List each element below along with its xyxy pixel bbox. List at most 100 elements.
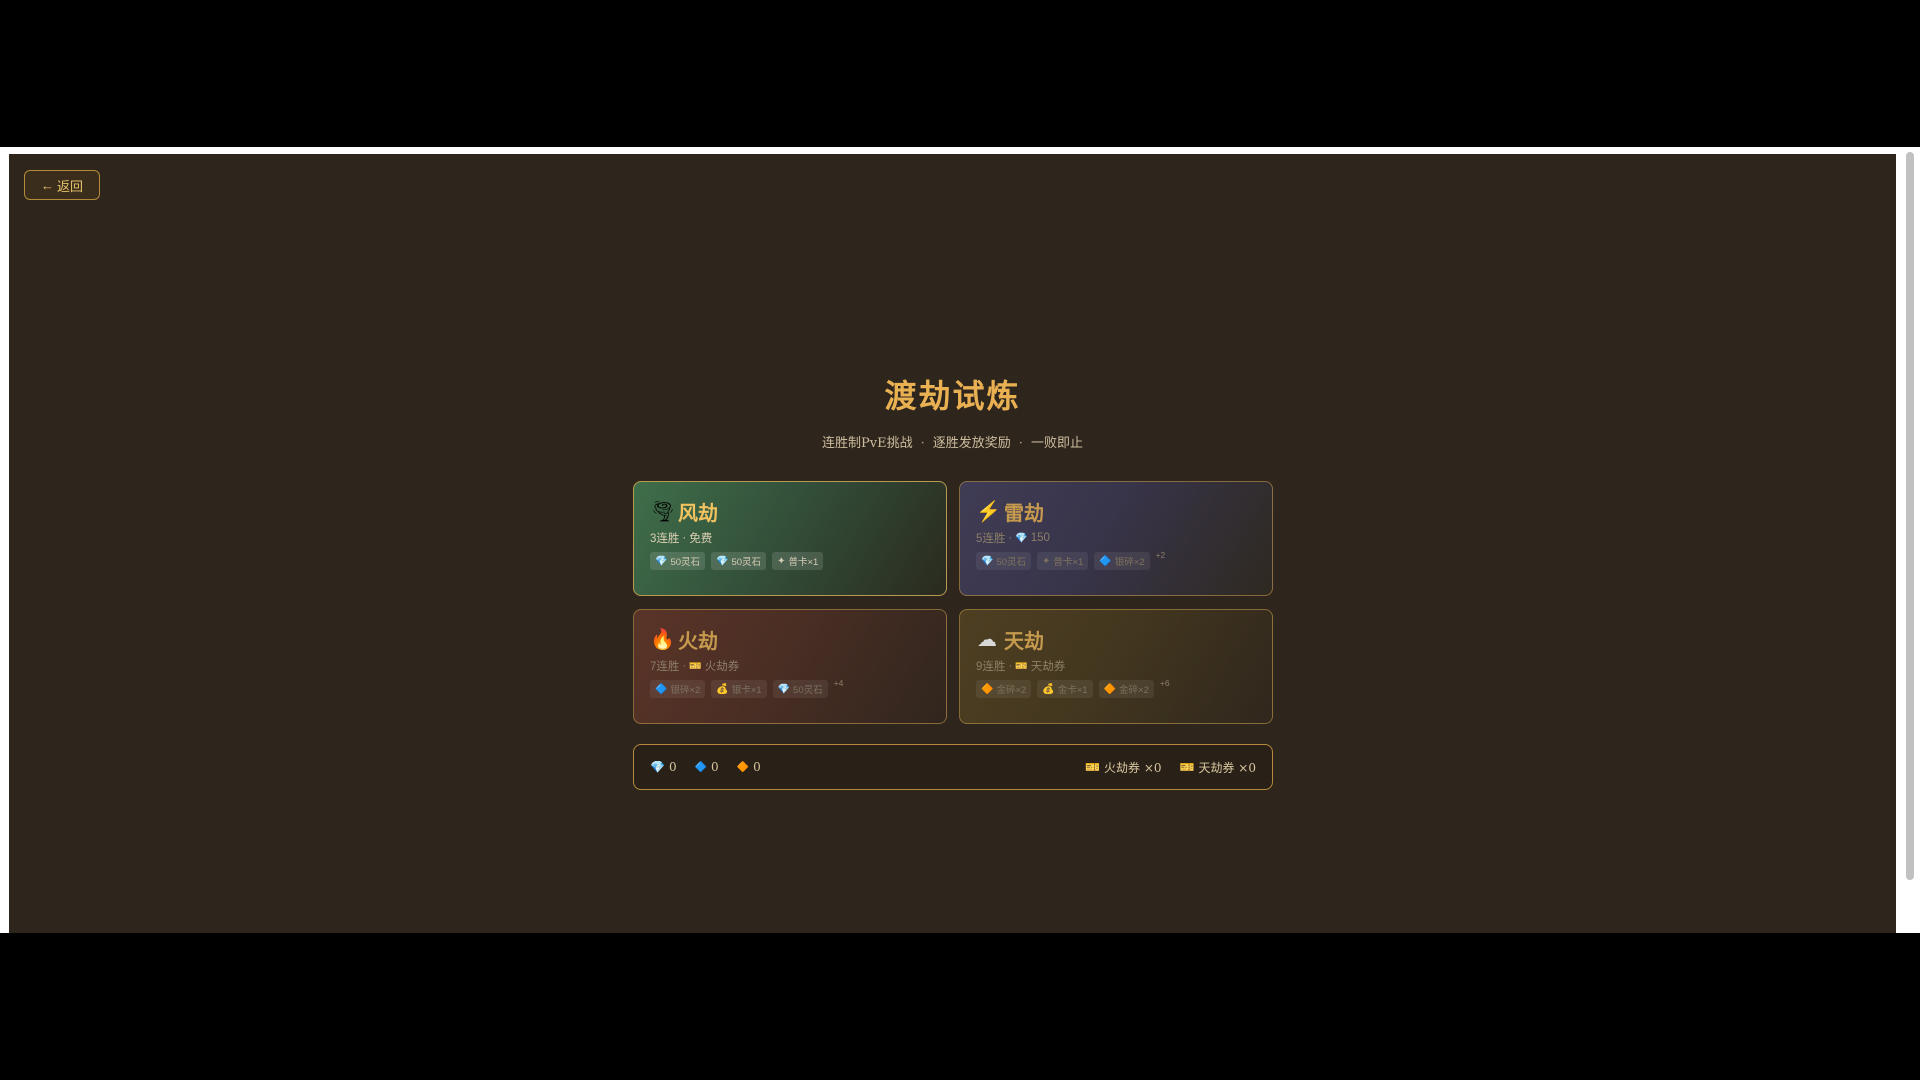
reward-label: 普卡×1 (788, 557, 819, 568)
reward-label: 50灵石 (793, 685, 823, 696)
silver-shard-icon: 🔷 (1099, 555, 1112, 567)
ticket-icon: 🎫 (689, 660, 702, 672)
scrollbar-thumb[interactable] (1906, 152, 1914, 880)
gold-shard-icon: 🔶 (981, 683, 994, 695)
gold-shard-icon: 🔶 (736, 761, 750, 773)
trial-card-thunder[interactable]: ⚡ 雷劫 5连胜 · 💎 150 💎 50灵石 ✦ 普卡×1 🔷 银碎×2 +2 (959, 481, 1273, 596)
reward-chip: 💎 50灵石 (650, 552, 706, 570)
reward-chip: ✦ 普卡×1 (1037, 552, 1089, 570)
subtitle-separator: · (1018, 436, 1023, 451)
subtitle-rule-3: 一败即止 (1030, 436, 1083, 451)
reward-chip: 🔶 金碎×2 (976, 680, 1032, 698)
fire-icon: 🔥 (650, 627, 675, 651)
reward-label: 银碎×2 (1114, 557, 1145, 568)
win-streak: 5连胜 (976, 533, 1006, 545)
reward-label: 银卡×1 (731, 685, 762, 696)
reward-chip: 🔶 金碎×2 (1098, 680, 1154, 698)
fire-ticket-label: 火劫券 ×0 (1104, 760, 1162, 775)
page-title: 渡劫试炼 (884, 377, 1021, 415)
meta-separator: · (682, 660, 687, 672)
more-rewards-count: +6 (1159, 678, 1170, 688)
back-arrow-icon: ← (40, 177, 54, 193)
money-bag-icon: 💰 (1042, 683, 1055, 695)
card-icon: ✦ (777, 555, 786, 567)
trial-card-wind[interactable]: 🌪 风劫 3连胜 · 免费 💎 50灵石 💎 50灵石 ✦ 普卡×1 (633, 481, 947, 596)
card-name: 火劫 (678, 630, 718, 653)
fire-ticket-count: 🎫 火劫券 ×0 (1085, 759, 1161, 776)
gold-shard-value: 0 (753, 760, 761, 774)
back-button-label: 返回 (56, 178, 83, 194)
gem-icon: 💎 (1015, 532, 1028, 544)
card-name: 雷劫 (1004, 502, 1044, 525)
gold-shard-count: 🔶 0 (737, 760, 761, 774)
reward-chip: ✦ 普卡×1 (772, 552, 824, 570)
reward-list: 💎 50灵石 ✦ 普卡×1 🔷 银碎×2 +2 (976, 550, 1256, 570)
currency-group: 💎 0 🔷 0 🔶 0 (650, 760, 761, 774)
win-streak: 9连胜 (976, 661, 1006, 673)
more-rewards-count: +2 (1155, 550, 1166, 560)
reward-list: 🔶 金碎×2 💰 金卡×1 🔶 金碎×2 +6 (976, 678, 1256, 698)
gem-icon: 💎 (716, 555, 729, 567)
page-subtitle: 连胜制PvE挑战 · 逐胜发放奖励 · 一败即止 (9, 432, 1896, 451)
tornado-icon: 🌪 (650, 499, 676, 523)
reward-chip: 💰 金卡×1 (1037, 680, 1093, 698)
reward-label: 金卡×1 (1057, 685, 1088, 696)
gold-shard-icon: 🔶 (1103, 683, 1117, 695)
silver-shard-icon: 🔷 (694, 761, 708, 773)
card-name: 风劫 (678, 502, 718, 525)
ticket-icon: 🎫 (1015, 660, 1028, 672)
scrollbar[interactable] (1896, 147, 1920, 933)
silver-shard-icon: 🔷 (655, 683, 668, 695)
card-icon: ✦ (1042, 555, 1051, 567)
entry-cost: 天劫券 (1030, 661, 1066, 673)
card-header: 🌪 风劫 (650, 498, 930, 525)
reward-chip: 💎 50灵石 (711, 552, 767, 570)
more-rewards-count: +4 (833, 678, 844, 688)
reward-chip: 💰 银卡×1 (711, 680, 767, 698)
reward-label: 银碎×2 (670, 685, 701, 696)
reward-list: 💎 50灵石 💎 50灵石 ✦ 普卡×1 (650, 552, 930, 570)
heaven-ticket-label: 天劫券 ×0 (1198, 760, 1256, 775)
gem-icon: 💎 (655, 555, 668, 567)
spirit-stone-count: 💎 0 (650, 760, 677, 774)
card-header: 🔥 火劫 (650, 626, 930, 653)
reward-label: 普卡×1 (1053, 557, 1084, 568)
gem-icon: 💎 (981, 555, 994, 567)
reward-list: 🔷 银碎×2 💰 银卡×1 💎 50灵石 +4 (650, 678, 930, 698)
gem-icon: 💎 (777, 683, 791, 695)
ticket-group: 🎫 火劫券 ×0 🎫 天劫券 ×0 (1085, 759, 1256, 776)
reward-label: 50灵石 (670, 557, 701, 568)
subtitle-separator: · (920, 436, 925, 451)
ticket-icon: 🎫 (1085, 760, 1101, 774)
reward-chip: 🔷 银碎×2 (1094, 552, 1150, 570)
resource-bar: 💎 0 🔷 0 🔶 0 🎫 火劫券 ×0 🎫 天劫券 ×0 (633, 744, 1273, 790)
card-meta: 5连胜 · 💎 150 (976, 530, 1256, 546)
meta-separator: · (1008, 532, 1013, 544)
entry-cost: 免费 (689, 533, 713, 545)
reward-chip: 💎 50灵石 (772, 680, 828, 698)
reward-label: 金碎×2 (996, 685, 1027, 696)
trial-page: ← 返回 渡劫试炼 连胜制PvE挑战 · 逐胜发放奖励 · 一败即止 🌪 风劫 3连胜 … (9, 154, 1896, 933)
reward-label: 50灵石 (731, 557, 762, 568)
subtitle-rule-1: 连胜制PvE挑战 (822, 436, 913, 451)
meta-separator: · (682, 532, 687, 544)
subtitle-rule-2: 逐胜发放奖励 (932, 436, 1011, 451)
reward-label: 50灵石 (996, 557, 1027, 568)
card-name: 天劫 (1004, 630, 1044, 653)
win-streak: 3连胜 (650, 533, 680, 545)
reward-chip: 💎 50灵石 (976, 552, 1032, 570)
trial-card-heaven[interactable]: ☁ 天劫 9连胜 · 🎫 天劫券 🔶 金碎×2 💰 金卡×1 🔶 金碎×2 +6 (959, 609, 1273, 724)
money-bag-icon: 💰 (716, 683, 729, 695)
entry-cost: 150 (1030, 532, 1050, 544)
reward-label: 金碎×2 (1119, 685, 1149, 696)
silver-shard-value: 0 (711, 760, 719, 774)
spirit-stone-value: 0 (668, 760, 677, 774)
back-button[interactable]: ← 返回 (24, 170, 100, 200)
card-header: ☁ 天劫 (976, 626, 1256, 653)
lightning-icon: ⚡ (976, 499, 1001, 523)
reward-chip: 🔷 银碎×2 (650, 680, 706, 698)
trial-card-fire[interactable]: 🔥 火劫 7连胜 · 🎫 火劫券 🔷 银碎×2 💰 银卡×1 💎 50灵石 +4 (633, 609, 947, 724)
card-meta: 3连胜 · 免费 (650, 530, 930, 546)
silver-shard-count: 🔷 0 (695, 760, 719, 774)
gem-icon: 💎 (650, 760, 665, 774)
